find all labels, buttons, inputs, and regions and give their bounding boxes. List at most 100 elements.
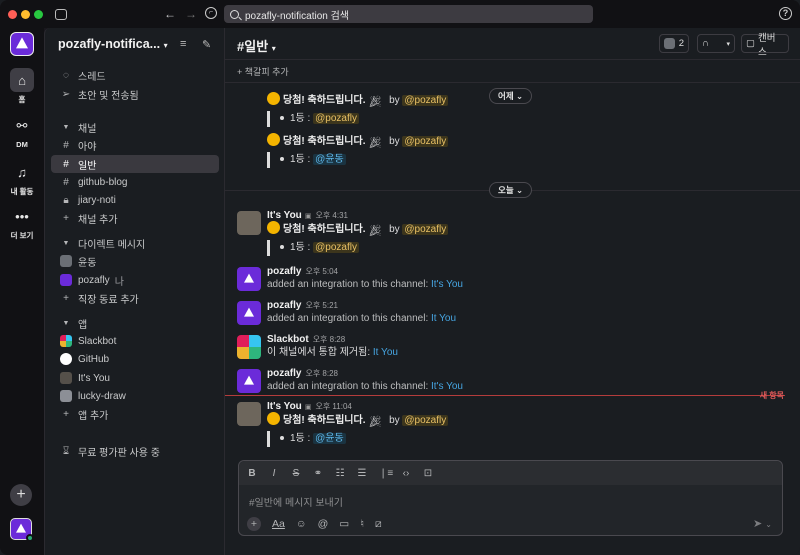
integration-link[interactable]: It You bbox=[373, 347, 398, 358]
quote-block: 1등 : @윤동 bbox=[267, 431, 767, 447]
home-icon: ⌂ bbox=[10, 68, 34, 92]
add-bookmark-button[interactable]: + 책갈피 추가 bbox=[237, 65, 289, 78]
message-list: 어제 ⌄ 당첨! 축하드립니다. 🎉︎ by @pozafly 1등 : @po… bbox=[225, 83, 800, 458]
message-input[interactable]: #일반에 메시지 보내기 bbox=[249, 494, 343, 509]
blockquote-icon[interactable]: ❘≡ bbox=[379, 468, 393, 479]
rail-item-home[interactable]: ⌂ 홈 bbox=[0, 68, 44, 105]
sidebar-item-app-lucky-draw[interactable]: lucky-draw bbox=[51, 387, 219, 405]
message-author[interactable]: pozafly bbox=[267, 368, 301, 379]
avatar[interactable] bbox=[237, 369, 261, 393]
message-time[interactable]: 오후 8:28 bbox=[305, 369, 338, 378]
sidebar-item-dm-pozafly[interactable]: pozafly 나 bbox=[51, 271, 219, 289]
integration-link[interactable]: It's You bbox=[431, 279, 463, 290]
format-toggle-button[interactable]: Aa bbox=[272, 518, 285, 530]
workspace-logo[interactable] bbox=[10, 32, 34, 56]
trial-notice[interactable]: ⌛︎ 무료 평가판 사용 중 bbox=[51, 442, 219, 460]
user-mention[interactable]: @윤동 bbox=[313, 433, 346, 444]
avatar[interactable] bbox=[237, 211, 261, 235]
forward-arrow-icon[interactable]: → bbox=[184, 7, 198, 21]
sidebar-item-channel-general[interactable]: # 일반 bbox=[51, 155, 219, 173]
channels-section-header[interactable]: ▼ 채널 bbox=[51, 118, 219, 136]
user-mention[interactable]: @윤동 bbox=[313, 154, 346, 165]
sidebar-toggle-icon[interactable] bbox=[55, 9, 67, 20]
channel-title[interactable]: #일반 ▾ bbox=[237, 36, 276, 55]
sidebar-item-channel-aya[interactable]: # 아야 bbox=[51, 136, 219, 154]
close-window-button[interactable] bbox=[8, 10, 17, 19]
sidebar-item-app-github[interactable]: GitHub bbox=[51, 350, 219, 368]
add-app-button[interactable]: + 앱 추가 bbox=[51, 405, 219, 423]
message-time[interactable]: 오후 5:04 bbox=[305, 267, 338, 276]
zoom-window-button[interactable] bbox=[34, 10, 43, 19]
message-text: added an integration to this channel: It… bbox=[267, 279, 463, 290]
shortcut-icon[interactable]: ⧄ bbox=[375, 518, 382, 531]
message-time[interactable]: 오후 11:04 bbox=[315, 402, 351, 411]
integration-link[interactable]: It's You bbox=[431, 381, 463, 392]
mention-icon[interactable]: @ bbox=[318, 518, 329, 530]
compose-icon[interactable]: ✎ bbox=[202, 38, 211, 51]
message-author[interactable]: pozafly bbox=[267, 300, 301, 311]
integration-link[interactable]: It You bbox=[431, 313, 456, 324]
sidebar-item-channel-jiary-noti[interactable]: 🔒︎ jiary-noti bbox=[51, 191, 219, 209]
message-author[interactable]: It's You bbox=[267, 210, 302, 221]
user-mention[interactable]: @pozafly bbox=[402, 136, 449, 147]
history-clock-icon[interactable]: ⌐ bbox=[205, 7, 217, 19]
canvas-icon: ▢ bbox=[746, 38, 755, 49]
sidebar-item-app-slackbot[interactable]: Slackbot bbox=[51, 332, 219, 350]
sidebar-item-channel-github-blog[interactable]: # github-blog bbox=[51, 173, 219, 191]
avatar[interactable] bbox=[237, 402, 261, 426]
user-mention[interactable]: @pozafly bbox=[313, 113, 359, 124]
emoji-icon[interactable]: ☺ bbox=[296, 518, 307, 530]
huddle-button[interactable]: ∩ ▾ bbox=[697, 34, 735, 53]
add-coworker-button[interactable]: + 직장 동료 추가 bbox=[51, 289, 219, 307]
user-avatar[interactable] bbox=[10, 518, 34, 542]
italic-icon[interactable]: I bbox=[269, 468, 279, 479]
avatar[interactable] bbox=[237, 301, 261, 325]
video-icon[interactable]: ▭ bbox=[339, 518, 349, 530]
strikethrough-icon[interactable]: S bbox=[291, 468, 301, 479]
workspace-name[interactable]: pozafly-notifica... ▾ bbox=[58, 37, 168, 51]
dm-section-header[interactable]: ▼ 다이렉트 메시지 bbox=[51, 234, 219, 252]
plus-icon: + bbox=[63, 292, 69, 304]
filter-icon[interactable]: ≡ bbox=[180, 38, 186, 50]
ordered-list-icon[interactable]: ☷ bbox=[335, 468, 345, 479]
rail-item-dm[interactable]: ⚯ DM bbox=[0, 114, 44, 149]
message-time[interactable]: 오후 4:31 bbox=[315, 211, 348, 220]
bold-icon[interactable]: B bbox=[247, 468, 257, 479]
microphone-icon[interactable]: ♮ bbox=[360, 518, 364, 530]
message-time[interactable]: 오후 5:21 bbox=[305, 301, 338, 310]
sidebar-item-threads[interactable]: ◌ 스레드 bbox=[51, 66, 219, 84]
user-mention[interactable]: @pozafly bbox=[402, 224, 449, 235]
apps-section-header[interactable]: ▼ 앱 bbox=[51, 314, 219, 332]
add-workspace-button[interactable]: + bbox=[10, 484, 32, 506]
members-button[interactable]: 2 bbox=[659, 34, 689, 53]
code-block-icon[interactable]: ⊡ bbox=[423, 468, 433, 479]
sidebar-item-drafts[interactable]: ➢ 초안 및 전송됨 bbox=[51, 85, 219, 103]
user-mention[interactable]: @pozafly bbox=[313, 242, 359, 253]
message-author[interactable]: It's You bbox=[267, 401, 302, 412]
plus-icon[interactable]: + bbox=[247, 517, 261, 531]
code-icon[interactable]: ‹› bbox=[401, 468, 411, 479]
sidebar-item-dm-yundong[interactable]: 윤동 bbox=[51, 252, 219, 270]
date-pill-today[interactable]: 오늘 ⌄ bbox=[489, 182, 533, 198]
user-mention[interactable]: @pozafly bbox=[402, 415, 449, 426]
message-time[interactable]: 오후 8:28 bbox=[313, 335, 346, 344]
rail-item-activity[interactable]: ♫ 내 활동 bbox=[0, 160, 44, 197]
rail-item-more[interactable]: ••• 더 보기 bbox=[0, 204, 44, 241]
back-arrow-icon[interactable]: ← bbox=[163, 7, 177, 21]
github-icon bbox=[60, 353, 72, 365]
bullet-list-icon[interactable]: ☰ bbox=[357, 468, 367, 479]
send-button[interactable]: ➤ ⌄ bbox=[753, 517, 772, 530]
add-app-label: 앱 추가 bbox=[78, 410, 109, 422]
message-author[interactable]: pozafly bbox=[267, 266, 301, 277]
minimize-window-button[interactable] bbox=[21, 10, 30, 19]
avatar[interactable] bbox=[237, 267, 261, 291]
message-author[interactable]: Slackbot bbox=[267, 334, 309, 345]
add-channel-button[interactable]: + 채널 추가 bbox=[51, 209, 219, 227]
canvas-button[interactable]: ▢ 캔버스 bbox=[741, 33, 789, 58]
slackbot-icon[interactable] bbox=[237, 335, 261, 359]
sidebar-item-app-its-you[interactable]: It's You bbox=[51, 369, 219, 387]
link-icon[interactable]: ⚭ bbox=[313, 468, 323, 479]
user-mention[interactable]: @pozafly bbox=[402, 95, 449, 106]
help-icon[interactable]: ? bbox=[779, 7, 792, 20]
search-input[interactable]: pozafly-notification 검색 bbox=[224, 5, 593, 23]
